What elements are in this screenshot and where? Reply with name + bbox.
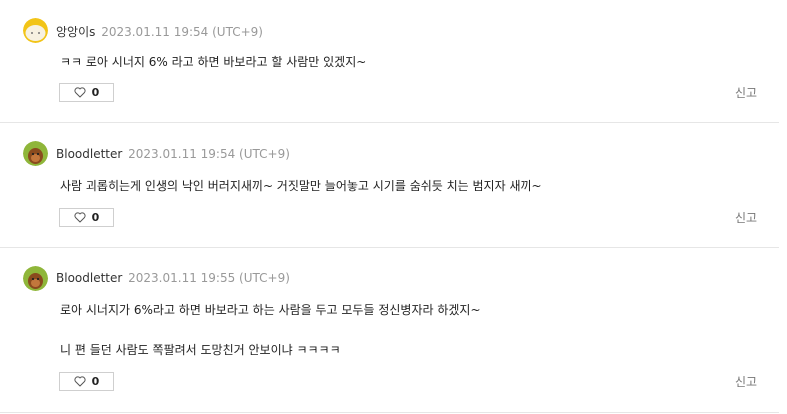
comment-text: ㅋㅋ 로아 시너지 6% 라고 하면 바보라고 할 사람만 있겠지~ bbox=[60, 55, 367, 69]
comment-date: 2023.01.11 19:54 (UTC+9) bbox=[128, 147, 290, 161]
comment-item: Bloodletter 2023.01.11 19:55 (UTC+9) 로아 … bbox=[0, 248, 779, 413]
like-button[interactable]: 0 bbox=[59, 208, 114, 227]
report-link[interactable]: 신고 bbox=[735, 84, 757, 101]
report-link[interactable]: 신고 bbox=[735, 373, 757, 390]
avatar[interactable] bbox=[23, 18, 48, 43]
comment-text: 로아 시너지가 6%라고 하면 바보라고 하는 사람을 두고 모두들 정신병자라… bbox=[60, 303, 481, 317]
heart-icon bbox=[74, 87, 86, 98]
like-count: 0 bbox=[91, 375, 100, 388]
comment-meta: Bloodletter 2023.01.11 19:55 (UTC+9) bbox=[56, 271, 290, 285]
yellow-face-avatar-icon bbox=[23, 18, 48, 43]
avatar[interactable] bbox=[23, 266, 48, 291]
like-count: 0 bbox=[91, 211, 100, 224]
green-monkey-avatar-icon bbox=[23, 266, 48, 291]
comment-meta: Bloodletter 2023.01.11 19:54 (UTC+9) bbox=[56, 147, 290, 161]
green-monkey-avatar-icon bbox=[23, 141, 48, 166]
avatar[interactable] bbox=[23, 141, 48, 166]
report-link[interactable]: 신고 bbox=[735, 209, 757, 226]
comment-text: 니 편 들던 사람도 쪽팔려서 도망친거 안보이냐 ㅋㅋㅋㅋ bbox=[60, 343, 341, 357]
comment-item: 앙앙이s 2023.01.11 19:54 (UTC+9) ㅋㅋ 로아 시너지 … bbox=[0, 0, 779, 123]
author-name[interactable]: Bloodletter bbox=[56, 271, 122, 285]
author-name[interactable]: Bloodletter bbox=[56, 147, 122, 161]
like-button[interactable]: 0 bbox=[59, 372, 114, 391]
heart-icon bbox=[74, 376, 86, 387]
comment-date: 2023.01.11 19:54 (UTC+9) bbox=[101, 25, 263, 39]
comment-meta: 앙앙이s 2023.01.11 19:54 (UTC+9) bbox=[56, 23, 263, 40]
comment-text: 사람 괴롭히는게 인생의 낙인 버러지새끼~ 거짓말만 늘어놓고 시기를 숨쉬듯… bbox=[60, 179, 542, 193]
comment-item: Bloodletter 2023.01.11 19:54 (UTC+9) 사람 … bbox=[0, 123, 779, 247]
author-name[interactable]: 앙앙이s bbox=[56, 25, 95, 39]
divider bbox=[0, 412, 779, 413]
heart-icon bbox=[74, 212, 86, 223]
like-button[interactable]: 0 bbox=[59, 83, 114, 102]
comment-date: 2023.01.11 19:55 (UTC+9) bbox=[128, 271, 290, 285]
like-count: 0 bbox=[91, 86, 100, 99]
